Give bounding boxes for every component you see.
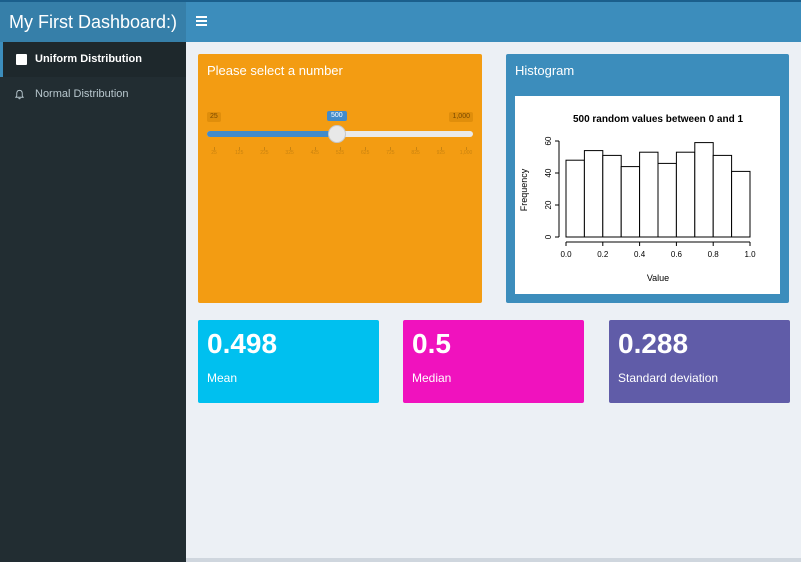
slider-track-fill — [207, 131, 337, 137]
slider-tick-label: 425 — [310, 150, 319, 156]
x-tick-label: 1.0 — [744, 250, 756, 259]
slider-tick-label: 625 — [361, 150, 370, 156]
x-axis-label: Value — [647, 273, 669, 283]
histogram-bar — [657, 162, 677, 238]
histogram-bar — [639, 151, 659, 238]
slider-tick-label: 1,000 — [459, 150, 473, 156]
x-tick-label: 0.6 — [671, 250, 683, 259]
slider-handle[interactable] — [328, 125, 346, 143]
sidebar: Uniform Distribution Normal Distribution — [0, 42, 186, 562]
value-box-label: Standard deviation — [618, 371, 719, 385]
sidebar-item-uniform-distribution[interactable]: Uniform Distribution — [0, 42, 186, 77]
x-tick-label: 0.8 — [708, 250, 720, 259]
value-box-standard-deviation: 0.288 Standard deviation — [609, 320, 790, 403]
histogram-bar — [602, 154, 622, 238]
slider-tick-label: 25 — [211, 150, 217, 156]
slider-current-label: 500 — [327, 111, 347, 121]
x-tick-label: 0.4 — [634, 250, 646, 259]
y-tick-label: 0 — [544, 234, 553, 239]
value-box-median: 0.5 Median — [403, 320, 584, 403]
histogram-bar — [565, 159, 585, 238]
histogram-bar — [620, 166, 641, 238]
x-tick-label: 0.0 — [560, 250, 572, 259]
sidebar-item-normal-distribution[interactable]: Normal Distribution — [0, 77, 186, 112]
histogram-chart: 500 random values between 0 and 1 Value … — [519, 114, 756, 283]
value-box-label: Median — [412, 371, 452, 385]
histogram-box-title: Histogram — [515, 63, 575, 78]
slider-box: Please select a number 25 1,000 500 25 12… — [198, 54, 482, 303]
slider-box-title: Please select a number — [207, 63, 343, 78]
slider-tick-label: 725 — [386, 150, 395, 156]
value-box-value: 0.288 — [618, 328, 689, 359]
slider-tick-label: 825 — [411, 150, 420, 156]
histogram-bar — [694, 142, 714, 238]
chart-title: 500 random values between 0 and 1 — [573, 114, 744, 125]
y-axis-label: Frequency — [519, 168, 529, 211]
bottom-border — [186, 558, 801, 562]
histogram-bar — [712, 154, 733, 238]
value-box-label: Mean — [207, 371, 238, 385]
x-tick-label: 0.2 — [597, 250, 609, 259]
app-title: My First Dashboard:) — [0, 2, 186, 42]
bell-icon — [14, 89, 25, 100]
y-tick-label: 60 — [544, 136, 553, 145]
histogram-box: Histogram 500 random values between 0 an… — [506, 54, 789, 303]
slider-tick-label: 125 — [235, 150, 244, 156]
y-tick-label: 20 — [544, 200, 553, 209]
histogram-bar — [675, 151, 696, 238]
sidebar-toggle-icon[interactable] — [196, 14, 210, 30]
slider-max-label: 1,000 — [449, 112, 473, 122]
slider-tick-label: 325 — [285, 150, 294, 156]
slider-tick-label: 925 — [436, 150, 445, 156]
sidebar-item-label: Normal Distribution — [35, 88, 129, 100]
slider-min-label: 25 — [207, 112, 221, 122]
histogram-bar — [731, 170, 751, 238]
histogram-plot-area: 500 random values between 0 and 1 Value … — [515, 96, 780, 294]
y-tick-label: 40 — [544, 168, 553, 177]
slider-ticks: 25 125 225 325 425 525 625 725 825 925 1,000 — [207, 147, 473, 157]
histogram-bar — [583, 150, 604, 238]
value-box-mean: 0.498 Mean — [198, 320, 379, 403]
square-icon — [16, 54, 27, 65]
sidebar-item-label: Uniform Distribution — [35, 53, 142, 65]
slider-tick-label: 525 — [335, 150, 345, 156]
top-navbar — [186, 2, 801, 42]
slider-tick-label: 225 — [260, 150, 269, 156]
value-box-value: 0.5 — [412, 328, 451, 359]
value-box-value: 0.498 — [207, 328, 278, 359]
